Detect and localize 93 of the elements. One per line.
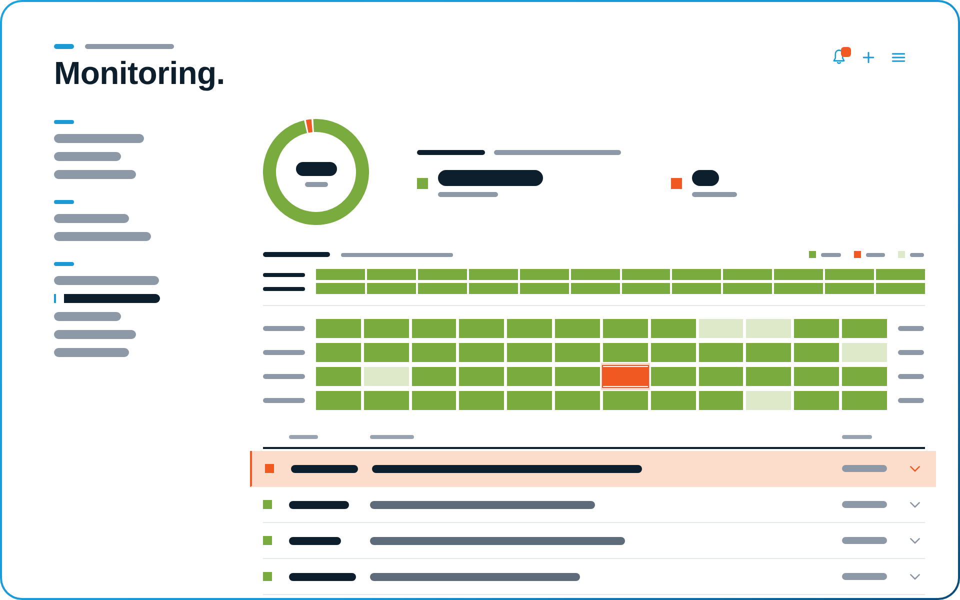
heatmap-cell[interactable] bbox=[698, 319, 744, 338]
text-placeholder bbox=[692, 192, 737, 197]
heatmap-cell[interactable] bbox=[842, 367, 887, 386]
chevron-down-icon[interactable] bbox=[910, 574, 920, 580]
heatmap-cell[interactable] bbox=[507, 319, 552, 338]
heatmap-cell[interactable] bbox=[746, 319, 792, 338]
text-placeholder bbox=[866, 252, 885, 256]
heatmap-cell[interactable] bbox=[698, 391, 744, 410]
text-placeholder bbox=[263, 398, 305, 403]
heatmap-cell[interactable] bbox=[650, 391, 696, 410]
text-placeholder bbox=[263, 286, 305, 290]
text-placeholder bbox=[291, 464, 358, 472]
heatmap-cell[interactable] bbox=[842, 391, 887, 410]
heatmap-cell[interactable] bbox=[316, 319, 361, 338]
heatmap-cell[interactable] bbox=[650, 367, 696, 386]
text-placeholder bbox=[842, 537, 887, 544]
text-placeholder bbox=[263, 272, 305, 276]
heatmap-cell[interactable] bbox=[507, 367, 552, 386]
heatmap-cell[interactable] bbox=[600, 363, 650, 390]
chevron-down-icon[interactable] bbox=[910, 538, 920, 544]
heatmap-cell[interactable] bbox=[364, 391, 409, 410]
heatmap-cell[interactable] bbox=[555, 367, 600, 386]
heatmap-cell[interactable] bbox=[316, 367, 361, 386]
heatmap-cell[interactable] bbox=[412, 319, 456, 338]
heatmap-cell[interactable] bbox=[459, 367, 504, 386]
sidebar-item[interactable] bbox=[54, 294, 160, 303]
page-title: Monitoring. bbox=[54, 57, 225, 89]
text-placeholder bbox=[692, 170, 719, 186]
text-placeholder bbox=[289, 536, 341, 544]
heatmap-cell[interactable] bbox=[698, 343, 744, 362]
heatmap-cell[interactable] bbox=[316, 343, 361, 362]
accent-dash bbox=[54, 200, 74, 204]
heatmap-cell[interactable] bbox=[459, 319, 504, 338]
heatmap-cell[interactable] bbox=[412, 367, 456, 386]
heatmap-cell[interactable] bbox=[364, 343, 409, 362]
heatmap-cell[interactable] bbox=[364, 367, 409, 386]
text-placeholder bbox=[263, 374, 305, 379]
text-placeholder bbox=[898, 398, 924, 403]
heatmap-cell[interactable] bbox=[794, 367, 840, 386]
heatmap-cell[interactable] bbox=[602, 343, 648, 362]
text-placeholder bbox=[842, 573, 887, 580]
heatmap-cell[interactable] bbox=[459, 343, 504, 362]
text-placeholder bbox=[821, 252, 841, 256]
heatmap-cell[interactable] bbox=[555, 319, 600, 338]
accent-dash bbox=[54, 262, 74, 266]
heatmap-cell[interactable] bbox=[746, 391, 792, 410]
chevron-down-icon[interactable] bbox=[910, 466, 920, 472]
heatmap-cell[interactable] bbox=[650, 343, 696, 362]
add-icon[interactable] bbox=[863, 52, 874, 62]
accent-dash bbox=[54, 44, 74, 49]
text-placeholder bbox=[289, 435, 318, 439]
accent-dash bbox=[54, 120, 74, 124]
text-placeholder bbox=[289, 572, 356, 580]
heatmap-cell[interactable] bbox=[555, 343, 600, 362]
text-placeholder bbox=[263, 350, 305, 355]
heatmap-cell[interactable] bbox=[650, 319, 696, 338]
menu-icon[interactable] bbox=[892, 52, 905, 62]
text-placeholder bbox=[304, 182, 328, 187]
text-placeholder bbox=[370, 435, 414, 439]
heatmap-cell[interactable] bbox=[842, 343, 887, 362]
text-placeholder bbox=[842, 501, 887, 508]
text-placeholder bbox=[263, 252, 330, 257]
heatmap-cell[interactable] bbox=[842, 319, 887, 338]
heatmap-cell[interactable] bbox=[746, 343, 792, 362]
text-placeholder bbox=[910, 252, 924, 256]
heatmap-cell[interactable] bbox=[698, 367, 744, 386]
text-placeholder bbox=[842, 435, 872, 439]
heatmap-cell[interactable] bbox=[794, 391, 840, 410]
text-placeholder bbox=[417, 150, 485, 155]
text-placeholder bbox=[438, 192, 498, 197]
heatmap-cell[interactable] bbox=[412, 391, 456, 410]
text-placeholder bbox=[842, 465, 887, 472]
heatmap-cell[interactable] bbox=[794, 319, 840, 338]
heatmap-cell[interactable] bbox=[459, 391, 504, 410]
heatmap-cell[interactable] bbox=[602, 391, 648, 410]
chevron-down-icon[interactable] bbox=[910, 502, 920, 508]
heatmap-cell[interactable] bbox=[412, 343, 456, 362]
heatmap-cell[interactable] bbox=[746, 367, 792, 386]
text-placeholder bbox=[296, 162, 336, 176]
heatmap-cell[interactable] bbox=[555, 391, 600, 410]
text-placeholder bbox=[898, 374, 924, 379]
text-placeholder bbox=[289, 500, 349, 508]
text-placeholder bbox=[263, 326, 305, 331]
text-placeholder bbox=[898, 350, 924, 355]
heatmap-cell[interactable] bbox=[507, 391, 552, 410]
table-row[interactable] bbox=[250, 451, 936, 487]
text-placeholder bbox=[898, 326, 924, 331]
heatmap-cell[interactable] bbox=[316, 391, 361, 410]
heatmap-cell[interactable] bbox=[507, 343, 552, 362]
heatmap-cell[interactable] bbox=[794, 343, 840, 362]
heatmap-cell[interactable] bbox=[364, 319, 409, 338]
bell-icon[interactable] bbox=[833, 49, 845, 65]
heatmap-cell[interactable] bbox=[602, 319, 648, 338]
